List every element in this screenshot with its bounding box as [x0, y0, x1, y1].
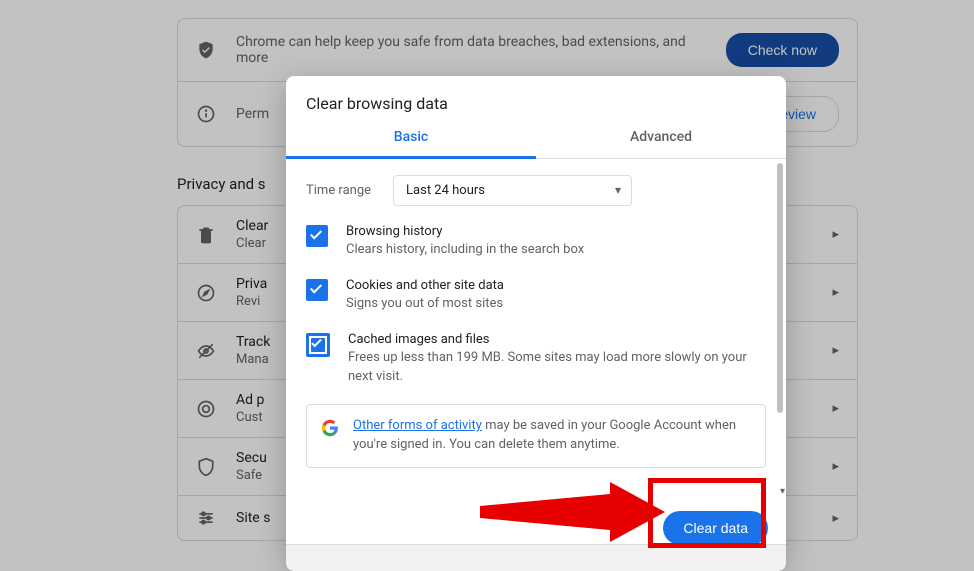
google-icon — [321, 419, 339, 437]
opt-cache-title: Cached images and files — [348, 332, 766, 347]
section-heading: Privacy and s — [177, 175, 266, 193]
checkbox-cache[interactable] — [306, 333, 330, 357]
clear-data-button[interactable]: Clear data — [663, 511, 768, 545]
time-range-select[interactable]: Last 24 hours — [393, 175, 632, 206]
chevron-right-icon: ▸ — [832, 285, 839, 300]
chevron-right-icon: ▸ — [832, 227, 839, 242]
sliders-icon — [196, 508, 216, 528]
chevron-right-icon: ▸ — [832, 401, 839, 416]
chevron-right-icon: ▸ — [832, 459, 839, 474]
dialog-footer-strip — [286, 544, 786, 571]
shield-icon — [196, 40, 216, 60]
clear-browsing-data-dialog: Clear browsing data Basic Advanced ▾ Tim… — [286, 76, 786, 565]
checkbox-history[interactable] — [306, 225, 328, 247]
tab-advanced[interactable]: Advanced — [536, 119, 786, 158]
other-activity-link[interactable]: Other forms of activity — [353, 418, 482, 433]
eye-off-icon — [196, 341, 216, 361]
checkbox-cookies[interactable] — [306, 279, 328, 301]
check-now-button[interactable]: Check now — [726, 33, 839, 67]
scrollbar[interactable]: ▾ — [777, 159, 783, 497]
safety-message: Chrome can help keep you safe from data … — [236, 34, 706, 66]
time-range-label: Time range — [306, 183, 371, 198]
trash-icon — [196, 225, 216, 245]
security-icon — [196, 457, 216, 477]
opt-cache-sub: Frees up less than 199 MB. Some sites ma… — [348, 349, 766, 387]
google-account-info: Other forms of activity may be saved in … — [306, 404, 766, 468]
opt-history-sub: Clears history, including in the search … — [346, 241, 766, 260]
opt-cookies-sub: Signs you out of most sites — [346, 295, 766, 314]
chevron-right-icon: ▸ — [832, 511, 839, 526]
ad-icon — [196, 399, 216, 419]
opt-history-title: Browsing history — [346, 224, 766, 239]
tab-basic[interactable]: Basic — [286, 119, 536, 159]
dialog-title: Clear browsing data — [286, 76, 786, 119]
opt-cookies-title: Cookies and other site data — [346, 278, 766, 293]
chevron-right-icon: ▸ — [832, 343, 839, 358]
info-icon — [196, 104, 216, 124]
compass-icon — [196, 283, 216, 303]
